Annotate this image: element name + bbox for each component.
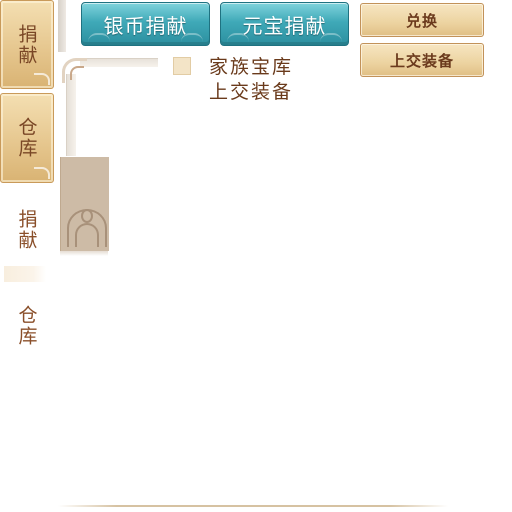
ingot-donate-button[interactable]: 元宝捐献	[220, 2, 349, 46]
cloud-swirl-icon	[75, 223, 99, 247]
side-tab-warehouse[interactable]: 仓库	[0, 93, 54, 183]
ingot-donate-label: 元宝捐献	[242, 13, 327, 38]
family-treasury-checkbox[interactable]	[173, 57, 191, 75]
cloud-ornament-icon	[181, 33, 203, 42]
side-tab-warehouse-2[interactable]: 仓库	[0, 296, 54, 356]
exchange-button[interactable]: 兑换	[360, 3, 484, 37]
cloud-ornament-icon	[34, 167, 50, 179]
decorative-panel-shadow	[60, 251, 108, 256]
submit-equipment-label: 上交装备	[389, 51, 454, 70]
cloud-ornament-icon	[320, 33, 342, 42]
cloud-ornament-icon	[88, 33, 110, 42]
cloud-swirl-icon	[81, 209, 93, 223]
silver-donate-button[interactable]: 银币捐献	[81, 2, 210, 46]
cloud-ornament-icon	[227, 33, 249, 42]
decorative-panel	[60, 157, 109, 251]
panel-divider	[58, 0, 66, 52]
frame-corner-ornament-inner	[70, 66, 84, 80]
side-tab-donate[interactable]: 捐献	[0, 200, 54, 260]
exchange-label: 兑换	[405, 11, 438, 30]
panel-frame-left	[66, 74, 76, 156]
side-tab-label: 捐献	[15, 23, 38, 66]
side-tab-label: 仓库	[15, 305, 38, 347]
checkbox-label-line1: 家族宝库	[209, 56, 294, 78]
cloud-ornament-icon	[34, 73, 50, 85]
checkbox-label: 家族宝库 上交装备	[209, 55, 293, 105]
side-tab-label: 捐献	[15, 209, 38, 251]
submit-equipment-button[interactable]: 上交装备	[360, 43, 484, 77]
panel-frame-top	[80, 58, 158, 67]
silver-donate-label: 银币捐献	[103, 13, 188, 38]
tab-separator	[4, 266, 46, 282]
checkbox-label-line2: 上交装备	[209, 81, 294, 103]
side-tab-donate-active[interactable]: 捐献	[0, 0, 54, 89]
side-tab-label: 仓库	[15, 117, 38, 159]
bottom-divider	[58, 505, 448, 507]
